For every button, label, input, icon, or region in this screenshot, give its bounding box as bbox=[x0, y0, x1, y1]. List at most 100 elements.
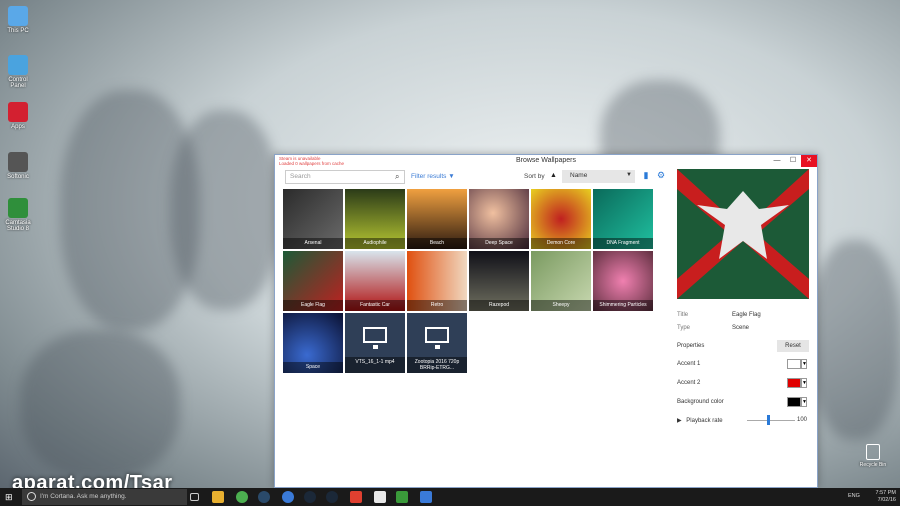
wallpaper-tile[interactable]: Audiophile bbox=[345, 189, 405, 249]
wallpaper-tile[interactable]: DNA Fragment bbox=[593, 189, 653, 249]
accent2-swatch[interactable] bbox=[787, 378, 801, 388]
playback-rate-label: Playback rate bbox=[686, 418, 723, 424]
gear-icon[interactable]: ⚙ bbox=[656, 170, 666, 182]
wallpaper-tile[interactable]: Fantastic Car bbox=[345, 251, 405, 311]
steam-icon[interactable] bbox=[304, 491, 316, 503]
background-color-swatch[interactable] bbox=[787, 397, 801, 407]
wallpaper-tile[interactable]: Shimmering Particles bbox=[593, 251, 653, 311]
browse-wallpapers-window: Steam is unavailable Loaded 0 wallpapers… bbox=[274, 154, 818, 488]
sort-direction-icon[interactable]: ▲ bbox=[550, 172, 557, 179]
wallpaper-tile[interactable]: Razepod bbox=[469, 251, 529, 311]
wallpaper-tile[interactable]: VTS_16_1-1 mp4 bbox=[345, 313, 405, 373]
desktop-icon-camtasia[interactable]: Camtasia Studio 8 bbox=[0, 198, 36, 232]
wallpaper-tile[interactable]: Beach bbox=[407, 189, 467, 249]
play-icon[interactable]: ▶ bbox=[677, 418, 683, 424]
wallpaper-tile[interactable]: Zootopia 2016 720p BRRip-ETRG... bbox=[407, 313, 467, 373]
detail-type-row: Type Scene bbox=[677, 325, 809, 331]
camtasia-icon[interactable] bbox=[374, 491, 386, 503]
taskbar: ⊞ I'm Cortana. Ask me anything. ENG 7:57… bbox=[0, 488, 900, 506]
wallpaper-tile[interactable]: Eagle Flag bbox=[283, 251, 343, 311]
desktop-icon-label: Camtasia Studio 8 bbox=[5, 220, 31, 232]
wallpaper-engine-icon[interactable] bbox=[420, 491, 432, 503]
monitor-icon bbox=[425, 327, 449, 349]
tile-label: Fantastic Car bbox=[345, 300, 405, 311]
title-value: Eagle Flag bbox=[732, 312, 761, 318]
language-indicator[interactable]: ENG bbox=[848, 493, 860, 499]
accent1-swatch[interactable] bbox=[787, 359, 801, 369]
wallpaper-tile[interactable]: Arsenal bbox=[283, 189, 343, 249]
slider-thumb[interactable] bbox=[767, 415, 770, 425]
wallpaper-tile[interactable]: Space bbox=[283, 313, 343, 373]
tile-label: Eagle Flag bbox=[283, 300, 343, 311]
type-value: Scene bbox=[732, 325, 750, 331]
tile-label: Razepod bbox=[469, 300, 529, 311]
desktop-icon-label: Apps bbox=[11, 124, 25, 130]
control-panel-icon bbox=[8, 55, 28, 75]
desktop-icon-apps[interactable]: Apps bbox=[0, 102, 36, 130]
search-input[interactable]: Search bbox=[285, 170, 405, 184]
playback-value: 100 bbox=[797, 417, 808, 423]
monitor-icon bbox=[363, 327, 387, 349]
wallpaper-tile[interactable]: Retro bbox=[407, 251, 467, 311]
tile-label: Beach bbox=[407, 238, 467, 249]
steam-icon[interactable] bbox=[258, 491, 270, 503]
app-icon[interactable] bbox=[282, 491, 294, 503]
chevron-down-icon[interactable]: ▼ bbox=[801, 359, 807, 369]
playback-rate-slider[interactable] bbox=[747, 420, 795, 421]
recycle-bin-label: Recycle Bin bbox=[859, 462, 887, 468]
title-label: Title bbox=[677, 312, 689, 318]
desktop-icon-control-panel[interactable]: Control Panel bbox=[0, 55, 36, 89]
desktop-icon-this-pc[interactable]: This PC bbox=[0, 6, 36, 34]
sort-by-label: Sort by bbox=[524, 173, 545, 180]
camtasia-icon bbox=[8, 198, 28, 218]
desktop-icon-recycle-bin[interactable]: Recycle Bin bbox=[858, 444, 888, 468]
desktop-icon-softonic[interactable]: Softonic bbox=[0, 152, 36, 180]
title-bar[interactable]: Steam is unavailable Loaded 0 wallpapers… bbox=[275, 155, 817, 168]
task-view-icon[interactable] bbox=[190, 493, 199, 501]
type-label: Type bbox=[677, 325, 691, 331]
wallpaper-preview bbox=[677, 169, 809, 299]
tile-label: Arsenal bbox=[283, 238, 343, 249]
search-icon[interactable]: ⌕ bbox=[395, 172, 399, 182]
close-button[interactable]: ✕ bbox=[801, 155, 817, 167]
wallpaper-figure bbox=[810, 240, 900, 440]
maximize-button[interactable]: ☐ bbox=[785, 155, 801, 167]
clock-date: 7/02/16 bbox=[877, 497, 896, 503]
chevron-down-icon[interactable]: ▼ bbox=[801, 397, 807, 407]
recycle-bin-icon bbox=[866, 444, 880, 460]
sort-value: Name bbox=[570, 172, 588, 179]
desktop-icon-label: Softonic bbox=[7, 174, 29, 180]
properties-label: Properties bbox=[677, 343, 705, 349]
clock[interactable]: 7:57 PM 7/02/16 bbox=[876, 490, 896, 504]
background-color-label: Background color bbox=[677, 399, 724, 405]
filter-icon: ▼ bbox=[448, 173, 455, 180]
window-controls: — ☐ ✕ bbox=[769, 155, 817, 167]
steam-icon[interactable] bbox=[326, 491, 338, 503]
filter-results-link[interactable]: Filter results ▼ bbox=[411, 173, 455, 180]
tile-label: Zootopia 2016 720p BRRip-ETRG... bbox=[407, 357, 467, 373]
minimize-button[interactable]: — bbox=[769, 155, 785, 167]
chrome-icon[interactable] bbox=[236, 491, 248, 503]
tile-label: Space bbox=[283, 362, 343, 373]
app-icon[interactable] bbox=[396, 491, 408, 503]
maps-icon[interactable] bbox=[350, 491, 362, 503]
computer-icon bbox=[8, 6, 28, 26]
wallpaper-tile[interactable]: Sheepy bbox=[531, 251, 591, 311]
tile-label: Shimmering Particles bbox=[593, 300, 653, 311]
windows-start-icon[interactable]: ⊞ bbox=[5, 492, 13, 503]
sort-select[interactable]: Name ▼ bbox=[562, 170, 635, 183]
file-explorer-icon[interactable] bbox=[212, 491, 224, 503]
window-title: Browse Wallpapers bbox=[515, 157, 577, 164]
cortana-search[interactable]: I'm Cortana. Ask me anything. bbox=[22, 489, 187, 505]
apps-icon bbox=[8, 102, 28, 122]
reset-button[interactable]: Reset bbox=[777, 340, 809, 352]
wallpaper-tile[interactable]: Deep Space bbox=[469, 189, 529, 249]
desktop-icon-label: Control Panel bbox=[8, 77, 28, 89]
cortana-icon bbox=[27, 492, 36, 501]
tile-label: Sheepy bbox=[531, 300, 591, 311]
open-file-icon[interactable]: ▮ bbox=[641, 170, 651, 182]
eagle-flag-image bbox=[677, 169, 809, 299]
chevron-down-icon[interactable]: ▼ bbox=[801, 378, 807, 388]
wallpaper-tile[interactable]: Demon Core bbox=[531, 189, 591, 249]
desktop-icon-label: This PC bbox=[7, 28, 29, 34]
